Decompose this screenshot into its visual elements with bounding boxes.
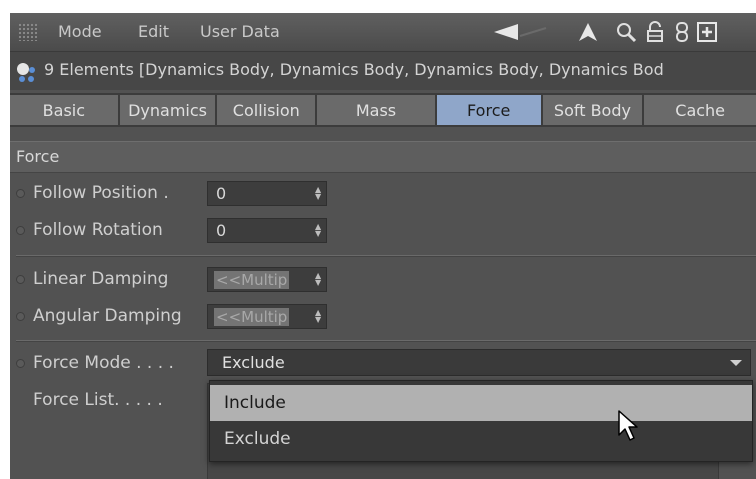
tab-dynamics[interactable]: Dynamics [119, 95, 216, 125]
follow-rotation-row: Follow Rotation 0 ▲ ▼ [10, 214, 756, 246]
animate-toggle[interactable] [16, 189, 25, 198]
follow-position-value[interactable]: 0 [216, 184, 226, 203]
linear-damping-value[interactable]: <<Multip [214, 271, 290, 289]
object-title: 9 Elements [Dynamics Body, Dynamics Body… [44, 60, 664, 79]
follow-rotation-value[interactable]: 0 [216, 221, 226, 240]
option-include-label[interactable]: Include [224, 393, 286, 413]
menu-mode[interactable]: Mode [58, 22, 102, 41]
new-panel-icon[interactable] [696, 19, 718, 45]
tab-mass[interactable]: Mass [317, 95, 435, 125]
lock-icon[interactable] [644, 19, 666, 45]
option-exclude-label[interactable]: Exclude [224, 429, 291, 449]
chevron-down-icon[interactable] [730, 360, 742, 366]
angular-damping-row: Angular Damping <<Multip ▲ ▼ [10, 300, 756, 332]
follow-position-field[interactable]: 0 ▲ ▼ [207, 181, 327, 206]
follow-position-row: Follow Position . 0 ▲ ▼ [10, 177, 756, 209]
grip-icon[interactable] [18, 23, 38, 41]
divider [16, 340, 756, 342]
animate-toggle[interactable] [16, 226, 25, 235]
animate-toggle[interactable] [16, 312, 25, 321]
divider [16, 255, 756, 257]
force-mode-dropdown[interactable]: Exclude [207, 349, 751, 376]
section-title: Force [16, 147, 60, 166]
spinner-arrows-icon[interactable]: ▲ ▼ [315, 309, 321, 324]
animate-toggle[interactable] [16, 275, 25, 284]
follow-rotation-field[interactable]: 0 ▲ ▼ [207, 218, 327, 243]
spinner-arrows-icon[interactable]: ▲ ▼ [315, 223, 321, 238]
force-mode-value[interactable]: Exclude [222, 353, 285, 372]
angular-damping-label: Angular Damping [33, 306, 182, 326]
section-header: Force [10, 141, 756, 173]
option-exclude[interactable]: Exclude [210, 421, 752, 457]
animate-toggle[interactable] [16, 359, 25, 368]
up-arrow-icon[interactable] [576, 19, 600, 45]
menu-user-data[interactable]: User Data [200, 22, 280, 41]
mouse-cursor-icon [617, 409, 643, 443]
angular-damping-value[interactable]: <<Multip [214, 308, 290, 326]
follow-position-label: Follow Position . [33, 183, 169, 203]
force-list-label: Force List. . . . . [33, 390, 163, 410]
follow-rotation-label: Follow Rotation [33, 220, 163, 240]
tab-soft-body[interactable]: Soft Body [542, 95, 643, 125]
tab-cache[interactable]: Cache [644, 95, 756, 125]
option-include[interactable]: Include [210, 385, 752, 421]
linear-damping-field[interactable]: <<Multip ▲ ▼ [207, 267, 327, 292]
angular-damping-field[interactable]: <<Multip ▲ ▼ [207, 304, 327, 329]
object-title-row: 9 Elements [Dynamics Body, Dynamics Body… [10, 52, 756, 90]
menu-bar: Mode Edit User Data [10, 13, 756, 52]
multi-object-icon [16, 62, 36, 82]
back-arrow-icon[interactable] [494, 19, 550, 45]
spinner-arrows-icon[interactable]: ▲ ▼ [315, 272, 321, 287]
menu-edit[interactable]: Edit [138, 22, 169, 41]
tab-collision[interactable]: Collision [217, 95, 316, 125]
tab-bar: Basic Dynamics Collision Mass Force Soft… [10, 93, 756, 127]
spinner-arrows-icon[interactable]: ▲ ▼ [315, 186, 321, 201]
linear-damping-row: Linear Damping <<Multip ▲ ▼ [10, 263, 756, 295]
link-icon[interactable] [672, 19, 692, 45]
tab-basic[interactable]: Basic [10, 95, 118, 125]
tab-force[interactable]: Force [436, 95, 541, 125]
force-mode-options-popup: Include Exclude [209, 380, 753, 462]
force-mode-label: Force Mode . . . . [33, 353, 174, 373]
search-icon[interactable] [614, 19, 638, 45]
linear-damping-label: Linear Damping [33, 269, 169, 289]
attribute-manager: Mode Edit User Data 9 Elements [Dynamics… [10, 13, 756, 479]
